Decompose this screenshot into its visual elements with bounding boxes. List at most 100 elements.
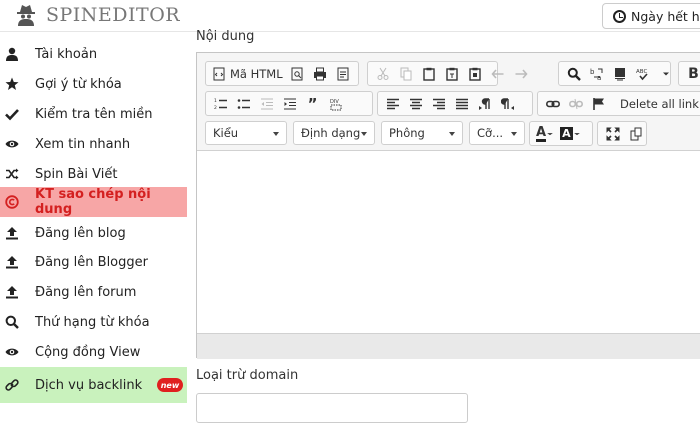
- sidebar-item-copy-check[interactable]: KT sao chép nội dung: [0, 187, 187, 217]
- font-combo[interactable]: Phông: [381, 121, 463, 145]
- paste-word-icon: [468, 67, 481, 81]
- find-button[interactable]: [563, 63, 584, 84]
- unlink-icon: [568, 98, 583, 109]
- spellcheck-dropdown[interactable]: [655, 63, 676, 84]
- sidebar-item-label: Cộng đồng View: [35, 344, 141, 360]
- upload-icon: [4, 284, 20, 300]
- unlink-button[interactable]: [565, 93, 586, 114]
- select-all-icon: [614, 67, 625, 80]
- justify-button[interactable]: [451, 93, 472, 114]
- sidebar-item-label: Đăng lên forum: [35, 284, 137, 300]
- show-blocks-button[interactable]: [625, 123, 646, 144]
- outdent-button[interactable]: [256, 93, 277, 114]
- chevron-down-icon: [662, 72, 669, 75]
- copyright-icon: [4, 194, 20, 210]
- templates-button[interactable]: [333, 63, 354, 84]
- toolbar-group-document: Mã HTML: [205, 61, 359, 86]
- rich-text-editor: Mã HTML ba ABC B 12 ” DIV Delete all lin…: [196, 52, 700, 359]
- redo-icon: [515, 68, 528, 79]
- sidebar-item-post-forum[interactable]: Đăng lên forum: [0, 277, 187, 307]
- numbered-list-button[interactable]: 12: [210, 93, 231, 114]
- link-button[interactable]: [542, 93, 563, 114]
- sidebar-item-label: Kiểm tra tên miền: [35, 106, 153, 122]
- align-center-button[interactable]: [405, 93, 426, 114]
- svg-text:ABC: ABC: [636, 69, 647, 75]
- sidebar-item-label: Đăng lên blog: [35, 225, 126, 241]
- undo-button[interactable]: [487, 63, 508, 84]
- print-button[interactable]: [310, 63, 331, 84]
- sidebar-item-post-blogger[interactable]: Đăng lên Blogger: [0, 247, 187, 277]
- replace-button[interactable]: ba: [586, 63, 607, 84]
- align-left-button[interactable]: [382, 93, 403, 114]
- sidebar-item-quick-news[interactable]: Xem tin nhanh: [0, 129, 187, 159]
- bulleted-list-button[interactable]: [233, 93, 254, 114]
- copy-button[interactable]: [395, 63, 416, 84]
- sidebar-item-label: Xem tin nhanh: [35, 136, 131, 152]
- rtl-button[interactable]: [497, 93, 518, 114]
- delete-all-links-button[interactable]: Delete all link: [618, 93, 700, 114]
- text-color-glyph: A: [536, 124, 547, 142]
- sidebar-item-account[interactable]: Tài khoản: [0, 39, 187, 69]
- sidebar-item-spin-article[interactable]: Spin Bài Viết: [0, 159, 187, 189]
- source-button[interactable]: Mã HTML: [210, 63, 285, 84]
- indent-button[interactable]: [279, 93, 300, 114]
- spellcheck-button[interactable]: ABC: [632, 63, 653, 84]
- templates-icon: [337, 67, 349, 80]
- preview-button[interactable]: [287, 63, 308, 84]
- anchor-button[interactable]: [588, 93, 609, 114]
- sidebar-item-domain-check[interactable]: Kiểm tra tên miền: [0, 99, 187, 129]
- cut-button[interactable]: [372, 63, 393, 84]
- expiry-button-label: Ngày hết hạn: [631, 8, 700, 24]
- user-icon: [4, 46, 20, 62]
- ltr-icon: [478, 97, 490, 110]
- select-all-button[interactable]: [609, 63, 630, 84]
- sidebar-item-keyword-suggest[interactable]: Gợi ý từ khóa: [0, 69, 187, 99]
- sidebar-item-community-view[interactable]: Cộng đồng View: [0, 337, 187, 367]
- sidebar-item-backlink-service[interactable]: Dịch vụ backlink new: [0, 367, 187, 403]
- top-bar: SPINEDITOR Ngày hết hạn: [0, 0, 700, 32]
- align-left-icon: [386, 98, 399, 109]
- bold-button[interactable]: B: [683, 63, 700, 84]
- paste-text-icon: [445, 67, 458, 81]
- content-label: Nội dung: [196, 29, 255, 44]
- exclude-domain-label: Loại trừ domain: [196, 368, 299, 383]
- paste-text-button[interactable]: [441, 63, 462, 84]
- maximize-button[interactable]: [602, 123, 623, 144]
- logo[interactable]: SPINEDITOR: [14, 2, 180, 28]
- chevron-down-icon: [573, 132, 580, 135]
- maximize-icon: [605, 126, 620, 141]
- sidebar-item-label: Gợi ý từ khóa: [35, 76, 122, 92]
- redo-button[interactable]: [510, 63, 531, 84]
- cut-icon: [377, 67, 388, 80]
- format-combo[interactable]: Định dạng: [293, 121, 375, 145]
- chevron-down-icon: [547, 132, 553, 135]
- sidebar-item-keyword-rank[interactable]: Thứ hạng từ khóa: [0, 307, 187, 337]
- exclude-domain-input[interactable]: [196, 393, 468, 423]
- bg-color-button[interactable]: A: [558, 123, 583, 144]
- create-div-button[interactable]: DIV: [325, 93, 346, 114]
- flag-icon: [592, 97, 604, 110]
- toolbar-group-paragraph: 12 ” DIV: [205, 91, 373, 116]
- bg-color-glyph: A: [560, 127, 573, 140]
- undo-icon: [490, 68, 503, 79]
- expiry-date-button[interactable]: Ngày hết hạn: [602, 3, 700, 29]
- new-badge: new: [157, 378, 183, 392]
- paste-word-button[interactable]: [464, 63, 485, 84]
- editor-toolbar: Mã HTML ba ABC B 12 ” DIV Delete all lin…: [197, 53, 700, 151]
- toolbar-group-align: [377, 91, 533, 116]
- sidebar-item-label: KT sao chép nội dung: [35, 187, 151, 217]
- style-combo[interactable]: Kiểu: [205, 121, 287, 145]
- spy-logo-icon: [17, 5, 35, 26]
- align-right-button[interactable]: [428, 93, 449, 114]
- preview-icon: [291, 67, 303, 80]
- ltr-button[interactable]: [474, 93, 495, 114]
- paste-button[interactable]: [418, 63, 439, 84]
- justify-icon: [455, 98, 468, 109]
- toolbar-group-colors: A A: [529, 121, 593, 146]
- sidebar-item-post-blog[interactable]: Đăng lên blog: [0, 218, 187, 248]
- size-combo[interactable]: Cỡ...: [469, 121, 525, 145]
- replace-icon: ba: [590, 68, 602, 81]
- blockquote-button[interactable]: ”: [302, 93, 323, 114]
- text-color-button[interactable]: A: [534, 123, 556, 144]
- editor-content-area[interactable]: [197, 151, 700, 333]
